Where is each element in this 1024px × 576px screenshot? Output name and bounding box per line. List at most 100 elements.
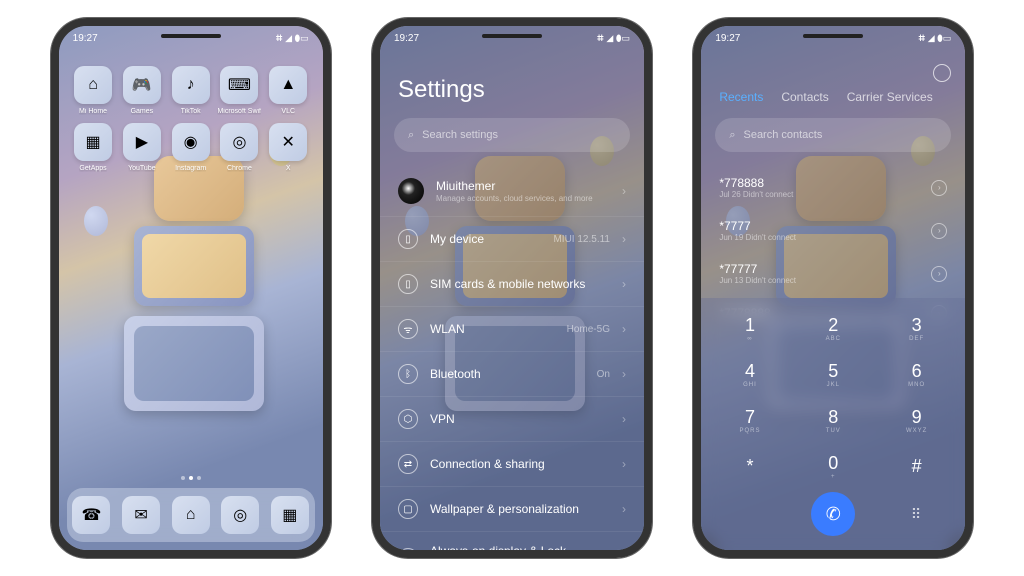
app-chrome[interactable]: ◎Chrome (217, 123, 262, 172)
status-bar: 19:27 ⵌ ◢ ⬮▭ (59, 26, 323, 50)
setting-label: SIM cards & mobile networks (430, 277, 598, 291)
app-games[interactable]: 🎮 Games (119, 66, 164, 115)
app-icon: ◎ (220, 123, 258, 161)
app-tiktok[interactable]: ♪TikTok (168, 66, 213, 115)
setting-value: MIUI 12.5.11 (553, 234, 610, 245)
keypad-key-#[interactable]: # (876, 444, 957, 488)
app-label: Mi Home (79, 108, 107, 115)
app-icon: ♪ (172, 66, 210, 104)
call-log-item[interactable]: *7777Jun 19 Didn't connect› (701, 209, 965, 252)
keypad-key-8[interactable]: 8TUV (793, 398, 874, 442)
setting-icon: ᯤ (398, 319, 418, 339)
key-number: 2 (828, 315, 838, 336)
app-icon: ✕ (269, 123, 307, 161)
chevron-right-icon: › (622, 502, 626, 516)
status-indicators: ⵌ ◢ ⬮▭ (597, 33, 630, 44)
info-icon[interactable]: › (931, 223, 947, 239)
key-letters: MNO (908, 382, 925, 388)
setting-item[interactable]: ▯ SIM cards & mobile networks › (380, 262, 644, 307)
app-label: Instagram (175, 165, 206, 172)
keypad-key-6[interactable]: 6MNO (876, 352, 957, 396)
status-time: 19:27 (715, 33, 740, 44)
dialpad-toggle-icon[interactable]: ⠿ (875, 492, 958, 536)
setting-icon: ▯ (398, 229, 418, 249)
key-letters: GHI (743, 382, 757, 388)
setting-icon: ◐ (398, 548, 418, 558)
tab-recents[interactable]: Recents (719, 90, 763, 104)
key-number: 7 (745, 407, 755, 428)
setting-label: VPN (430, 412, 598, 426)
tab-bar: Recents Contacts Carrier Services (701, 82, 965, 118)
setting-item[interactable]: ▢ Wallpaper & personalization › (380, 487, 644, 532)
app-youtube[interactable]: ▶YouTube (119, 123, 164, 172)
call-number: *77777 (719, 262, 921, 276)
app-instagram[interactable]: ◉ Instagram (168, 123, 213, 172)
key-letters: ABC (826, 336, 841, 342)
keypad-key-3[interactable]: 3DEF (876, 306, 957, 350)
app-x[interactable]: ✕X (266, 123, 311, 172)
gear-icon[interactable] (933, 64, 951, 82)
app-label: GetApps (79, 165, 106, 172)
setting-item[interactable]: ᯤWLANHome-5G› (380, 307, 644, 352)
app-vlc[interactable]: ▲VLC (266, 66, 311, 115)
call-subtitle: Jun 19 Didn't connect (719, 233, 921, 242)
search-icon: ⌕ (729, 129, 735, 142)
chevron-right-icon: › (622, 551, 626, 558)
keypad-key-0[interactable]: 0+ (793, 444, 874, 488)
app-microsoftswiftkey[interactable]: ⌨Microsoft SwiftKey... (217, 66, 262, 115)
chevron-right-icon: › (622, 184, 626, 198)
setting-value: Home-5G (567, 324, 610, 335)
call-log-item[interactable]: *77777Jun 13 Didn't connect › (701, 252, 965, 295)
key-number: 9 (912, 407, 922, 428)
setting-item[interactable]: ⬡VPN› (380, 397, 644, 442)
phone-dialer: 19:27 ⵌ ◢ ⬮▭ Recents Contacts Carrier Serv… (693, 18, 973, 558)
tab-carrier-services[interactable]: Carrier Services (847, 90, 933, 104)
status-bar: 19:27 ⵌ ◢ ⬮▭ (380, 26, 644, 50)
search-input[interactable]: ⌕ Search contacts (715, 118, 951, 152)
keypad-key-4[interactable]: 4GHI (709, 352, 790, 396)
setting-label: Always-on display & Lock screen (430, 544, 598, 558)
account-item[interactable]: Miuithemer Manage accounts, cloud servic… (380, 166, 644, 217)
key-number: 3 (912, 315, 922, 336)
setting-item[interactable]: ▯My deviceMIUI 12.5.11› (380, 217, 644, 262)
setting-label: My device (430, 232, 541, 246)
tab-contacts[interactable]: Contacts (781, 90, 828, 104)
setting-icon: ▯ (398, 274, 418, 294)
call-log-item[interactable]: *778888Jul 26 Didn't connect› (701, 166, 965, 209)
keypad-key-9[interactable]: 9WXYZ (876, 398, 957, 442)
setting-icon: ▢ (398, 499, 418, 519)
app-mihome[interactable]: ⌂Mi Home (71, 66, 116, 115)
key-letters: + (831, 474, 836, 480)
key-number: * (746, 456, 753, 477)
key-number: 5 (828, 361, 838, 382)
info-icon[interactable]: › (931, 266, 947, 282)
info-icon[interactable]: › (931, 180, 947, 196)
keypad-key-7[interactable]: 7PQRS (709, 398, 790, 442)
search-input[interactable]: ⌕ Search settings (394, 118, 630, 152)
call-button[interactable]: ✆ (811, 492, 855, 536)
status-indicators: ⵌ ◢ ⬮▭ (276, 33, 309, 44)
key-number: 0 (828, 453, 838, 474)
setting-item[interactable]: ᛒBluetoothOn› (380, 352, 644, 397)
keypad-key-2[interactable]: 2ABC (793, 306, 874, 350)
app-getapps[interactable]: ▦GetApps (71, 123, 116, 172)
app-icon: 🎮 (123, 66, 161, 104)
setting-item[interactable]: ⇄Connection & sharing› (380, 442, 644, 487)
app-icon: ◉ (172, 123, 210, 161)
chevron-right-icon: › (622, 277, 626, 291)
setting-item[interactable]: ◐ Always-on display & Lock screen › (380, 532, 644, 558)
status-time: 19:27 (394, 33, 419, 44)
app-icon: ▲ (269, 66, 307, 104)
key-number: 6 (912, 361, 922, 382)
keypad-key-5[interactable]: 5JKL (793, 352, 874, 396)
keypad-key-*[interactable]: * (709, 444, 790, 488)
call-subtitle: Jun 13 Didn't connect (719, 276, 921, 285)
phone-home: 19:27 ⵌ ◢ ⬮▭ ⌂Mi Home🎮 Games ♪TikTok⌨Micro… (51, 18, 331, 558)
app-label: Games (131, 108, 154, 115)
status-bar: 19:27 ⵌ ◢ ⬮▭ (701, 26, 965, 50)
app-label: YouTube (128, 165, 156, 172)
setting-label: Wallpaper & personalization (430, 502, 598, 516)
chevron-right-icon: › (622, 412, 626, 426)
setting-label: Bluetooth (430, 367, 585, 381)
keypad-key-1[interactable]: 1∞ (709, 306, 790, 350)
